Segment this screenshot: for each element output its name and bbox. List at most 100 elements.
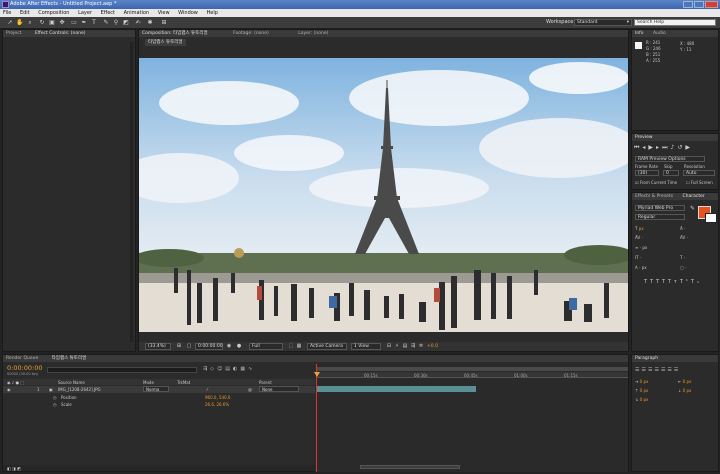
layer-visibility-icon[interactable]: ◉ [7, 387, 11, 392]
fast-previews-icon[interactable]: ⚡ [393, 343, 401, 349]
mask-tool-icon[interactable]: ▭ [70, 19, 78, 27]
snapshot-icon[interactable]: ◉ [225, 343, 233, 349]
vertical-scale-field[interactable]: IT - [635, 255, 641, 260]
tab-audio[interactable]: Audio [653, 31, 666, 36]
maximize-button[interactable] [694, 1, 704, 8]
menu-view[interactable]: View [158, 10, 170, 16]
selection-tool-icon[interactable]: ➚ [6, 19, 14, 27]
eraser-tool-icon[interactable]: ◩ [122, 19, 130, 27]
time-indicator-head-icon[interactable] [314, 372, 320, 377]
small-caps-icon[interactable]: Tт [668, 279, 680, 285]
clone-tool-icon[interactable]: ⚲ [112, 19, 120, 27]
tab-footage[interactable]: Footage: (none) [233, 31, 269, 36]
pan-behind-tool-icon[interactable]: ✥ [58, 19, 66, 27]
reset-exposure-icon[interactable]: ✲ [417, 343, 425, 349]
frame-blending-icon[interactable]: ▤ [225, 366, 233, 372]
layer-mode-dropdown[interactable]: Norma [143, 386, 169, 392]
parent-dropdown[interactable]: None [259, 386, 299, 392]
preview-resolution-dropdown[interactable]: Auto [683, 170, 715, 176]
font-style-dropdown[interactable]: Regular [635, 214, 685, 220]
current-time-field[interactable]: 0:00:00:00 [195, 343, 223, 350]
zoom-dropdown[interactable]: (33.4%) [145, 343, 171, 350]
exposure-value[interactable]: +0.0 [427, 344, 438, 349]
composition-viewer[interactable] [139, 58, 628, 332]
tab-project[interactable]: Project [6, 31, 21, 36]
layer-duration-bar[interactable] [316, 386, 476, 392]
trkmat-header[interactable]: TrkMat [177, 380, 190, 385]
menu-edit[interactable]: Edit [20, 10, 30, 16]
space-after-field[interactable]: ⇣ 0 px [678, 388, 691, 393]
justify-all-icon[interactable]: ☰ [674, 367, 680, 373]
mask-visibility-icon[interactable]: ▢ [185, 343, 193, 349]
camera-tool-icon[interactable]: ▣ [48, 19, 56, 27]
tab-timeline-comp[interactable]: 타임랩스 튜토리얼 [52, 356, 87, 361]
tab-render-queue[interactable]: Render Queue [6, 356, 38, 361]
leading-field[interactable]: Ā - [680, 226, 685, 231]
toggle-pixel-aspect-icon[interactable]: ⊟ [385, 343, 393, 349]
from-current-time-checkbox[interactable]: ☑ From Current Time [635, 180, 677, 185]
indent-left-field[interactable]: ⇥ 0 px [635, 379, 648, 384]
workspace-dropdown[interactable]: Standard ▾ [574, 19, 632, 26]
layer-name[interactable]: IMG_[1208-2642].JPG [58, 387, 101, 392]
horizontal-scale-field[interactable]: T - [680, 255, 685, 260]
space-before-field[interactable]: ⇡ 0 px [635, 388, 648, 393]
time-graph[interactable]: 00:15s 00:30s 00:45s 01:00s 01:15s [314, 364, 628, 472]
menu-file[interactable]: File [3, 10, 11, 16]
pen-tool-icon[interactable]: ✒ [80, 19, 88, 27]
menu-layer[interactable]: Layer [78, 10, 92, 16]
zoom-tool-icon[interactable]: ⌕ [26, 19, 34, 27]
camera-dropdown[interactable]: Active Camera [307, 343, 347, 350]
menu-effect[interactable]: Effect [101, 10, 115, 16]
position-property-value[interactable]: 960.0, 540.0 [205, 395, 230, 400]
stopwatch-position-icon[interactable]: ◷ [53, 395, 57, 400]
type-tool-icon[interactable]: T [90, 19, 98, 27]
full-screen-checkbox[interactable]: ☐ Full Screen [686, 180, 713, 185]
tab-paragraph[interactable]: Paragraph [635, 356, 658, 361]
tab-preview[interactable]: Preview [635, 135, 653, 140]
scale-property-value[interactable]: 26.6, 26.6% [205, 402, 229, 407]
frame-rate-dropdown[interactable]: (30) [635, 170, 659, 176]
tab-info[interactable]: Info [635, 31, 644, 36]
tsume-field[interactable]: ▢ - [680, 265, 687, 270]
flowchart-icon[interactable]: ⇶ [409, 343, 417, 349]
pickwhip-icon[interactable]: @ [248, 387, 252, 392]
brainstorm-icon[interactable]: ▦ [240, 366, 248, 372]
zoom-slider[interactable] [360, 465, 460, 469]
graph-editor-icon[interactable]: ∿ [248, 366, 255, 372]
menu-help[interactable]: Help [206, 10, 217, 16]
timeline-timecode[interactable]: 0:00:00:00 [7, 364, 43, 372]
skip-field[interactable]: 0 [663, 170, 679, 176]
font-size-field[interactable]: Ƭ px [635, 226, 644, 231]
tab-composition[interactable]: Composition: 타임랩스 튜토리얼 [142, 31, 208, 36]
eyedropper-icon[interactable]: ✎ [690, 205, 695, 212]
color-channel-icon[interactable]: ● [235, 343, 243, 349]
tab-character[interactable]: Character [682, 194, 704, 199]
timeline-search-input[interactable] [47, 367, 197, 373]
region-of-interest-icon[interactable]: ⬚ [287, 343, 295, 349]
timeline-icon[interactable]: ▤ [401, 343, 409, 349]
tab-effect-controls[interactable]: Effect Controls: (none) [35, 31, 86, 36]
comp-name-tab[interactable]: 타임랩스 튜토리얼 [145, 39, 186, 46]
hand-tool-icon[interactable]: ✋ [16, 19, 24, 27]
project-scrollbar[interactable] [130, 42, 133, 342]
resolution-dropdown[interactable]: Full [249, 343, 283, 350]
transparency-grid-icon[interactable]: ▦ [295, 343, 303, 349]
menu-composition[interactable]: Composition [38, 10, 69, 16]
stroke-width-field[interactable]: ≡ - px [635, 245, 647, 250]
superscript-icon[interactable]: T¹ [680, 279, 691, 285]
stopwatch-scale-icon[interactable]: ◷ [53, 402, 57, 407]
tab-layer[interactable]: Layer: (none) [298, 31, 328, 36]
close-button[interactable] [705, 1, 718, 8]
parent-header[interactable]: Parent [259, 380, 272, 385]
rotate-tool-icon[interactable]: ↻ [38, 19, 46, 27]
ram-preview-icon[interactable]: ▶ [685, 144, 693, 151]
axis-tool-icon[interactable]: ⊞ [160, 19, 168, 27]
layer-switch-icons[interactable]: ⁄ [207, 387, 208, 392]
subscript-icon[interactable]: T₁ [691, 279, 702, 285]
ram-preview-options-dropdown[interactable]: RAM Preview Options [635, 156, 705, 162]
play-icon[interactable]: ▶ [648, 144, 656, 151]
grid-toggle-icon[interactable]: ⊞ [175, 343, 183, 349]
search-help-input[interactable]: Search Help [634, 19, 716, 26]
menu-animation[interactable]: Animation [124, 10, 150, 16]
puppet-tool-icon[interactable]: ✱ [146, 19, 154, 27]
